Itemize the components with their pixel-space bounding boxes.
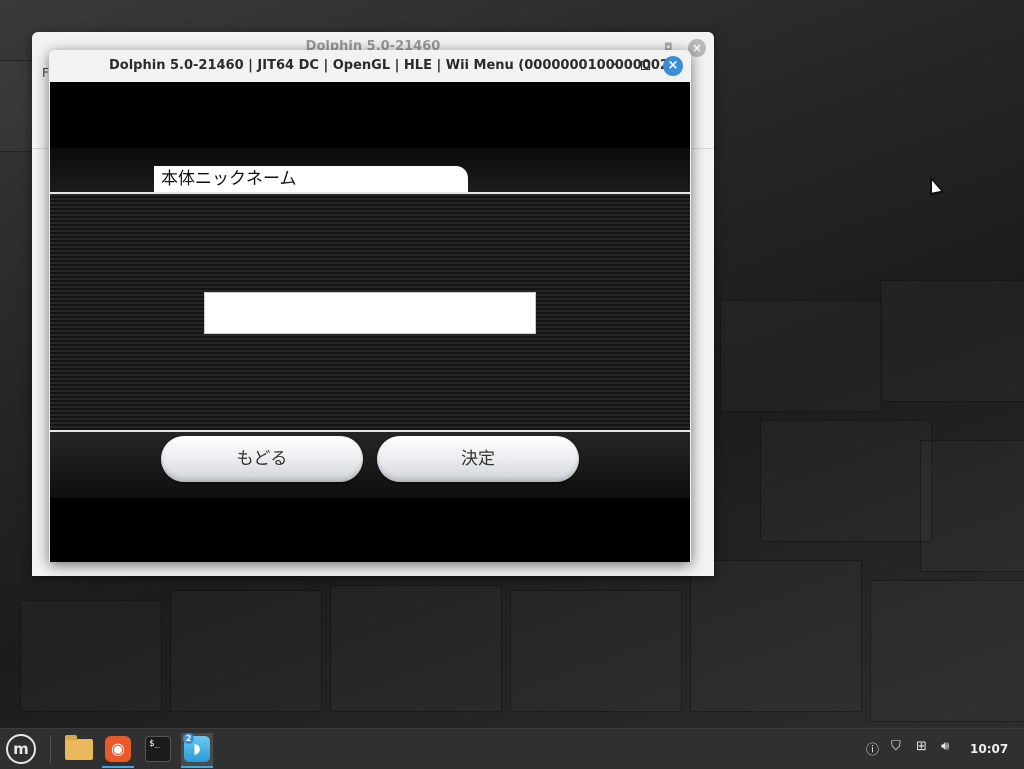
clock[interactable]: 10:07 — [970, 729, 1008, 769]
footer-band — [50, 432, 690, 498]
minimize-icon[interactable]: – — [612, 57, 619, 72]
firefox-launcher[interactable]: ◉ — [102, 733, 134, 768]
bg-tile — [20, 600, 162, 712]
menu-file[interactable]: F — [42, 66, 49, 80]
mouse-pointer-icon — [930, 175, 944, 203]
terminal-icon: $_ — [145, 736, 171, 762]
bg-tile — [330, 585, 502, 712]
confirm-button[interactable]: 決定 — [377, 436, 579, 482]
close-icon[interactable]: × — [663, 56, 683, 76]
bg-tile — [760, 420, 932, 542]
game-screen[interactable]: 本体ニックネーム もどる 決定 — [50, 82, 690, 562]
firefox-icon: ◉ — [105, 736, 131, 762]
terminal-launcher[interactable]: $_ — [142, 733, 174, 765]
shield-icon[interactable]: ⛉ — [891, 739, 901, 754]
volume-icon[interactable]: 🔊︎ — [941, 739, 949, 754]
mint-menu-icon[interactable]: m — [6, 734, 36, 764]
network-icon[interactable]: ⊞ — [916, 739, 927, 754]
bg-tile — [690, 560, 862, 712]
bg-tile — [880, 280, 1024, 402]
bg-tile — [720, 300, 882, 412]
taskbar-separator — [50, 735, 51, 763]
bg-tile — [170, 590, 322, 712]
files-launcher[interactable] — [62, 733, 94, 765]
bg-tile — [510, 590, 682, 712]
taskbar: m ◉ $_ ◗ 2 ⓘ ⛉ ⊞ 🔊︎ 10:07 — [0, 728, 1024, 769]
window-count-badge: 2 — [183, 733, 194, 744]
dolphin-launcher[interactable]: ◗ 2 — [181, 733, 213, 768]
maximize-icon[interactable] — [641, 61, 650, 70]
update-manager-icon[interactable]: ⓘ — [866, 739, 879, 758]
back-button[interactable]: もどる — [161, 436, 363, 482]
nickname-input[interactable] — [204, 292, 536, 334]
desktop-background: Dolphin 5.0-21460 F ◘ × Dolphin 5.0-2146… — [0, 0, 1024, 728]
window-title: Dolphin 5.0-21460 | JIT64 DC | OpenGL | … — [109, 58, 675, 73]
bg-tile — [870, 580, 1024, 722]
window-titlebar[interactable]: Dolphin 5.0-21460 | JIT64 DC | OpenGL | … — [49, 50, 691, 82]
bg-tile — [920, 440, 1024, 572]
tab-console-nickname: 本体ニックネーム — [154, 166, 468, 192]
dolphin-render-window[interactable]: Dolphin 5.0-21460 | JIT64 DC | OpenGL | … — [49, 50, 691, 562]
folder-icon — [65, 735, 93, 760]
